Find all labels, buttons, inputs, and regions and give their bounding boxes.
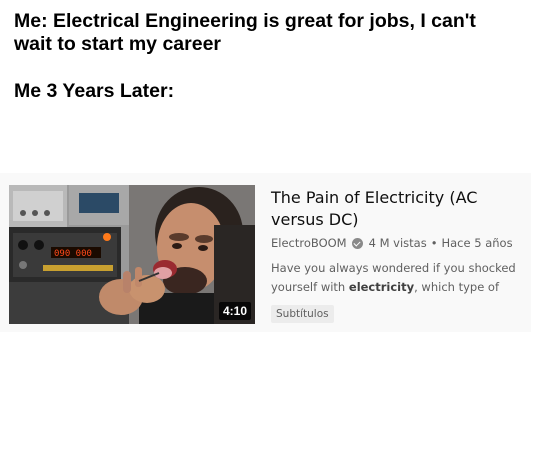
subtitles-badge: Subtítulos — [271, 305, 334, 323]
video-result-card[interactable]: 090 000 4:10 The Pain of Electricity (AC… — [0, 173, 531, 332]
description-text-end: , which type of — [414, 280, 500, 294]
video-thumbnail[interactable]: 090 000 4:10 — [9, 185, 255, 324]
upload-age: Hace 5 años — [441, 236, 513, 250]
description-highlight: electricity — [348, 280, 415, 294]
caption-line-1: Me: Electrical Engineering is great for … — [14, 10, 476, 55]
meta-separator: • — [430, 236, 438, 250]
caption-line-2: Me 3 Years Later: — [14, 80, 175, 102]
channel-name[interactable]: ElectroBOOM — [271, 236, 347, 250]
view-count: 4 M vistas — [368, 236, 427, 250]
video-info: The Pain of Electricity (AC versus DC) E… — [271, 187, 526, 323]
meme-caption: Me: Electrical Engineering is great for … — [14, 10, 519, 103]
verified-check-icon — [351, 237, 363, 249]
display-readout: 090 000 — [54, 249, 92, 259]
video-duration: 4:10 — [218, 302, 251, 320]
video-meta: ElectroBOOM 4 M vistas • Hace 5 años — [271, 236, 526, 250]
video-description: Have you always wondered if you shocked … — [271, 259, 526, 297]
video-title[interactable]: The Pain of Electricity (AC versus DC) — [271, 187, 526, 231]
